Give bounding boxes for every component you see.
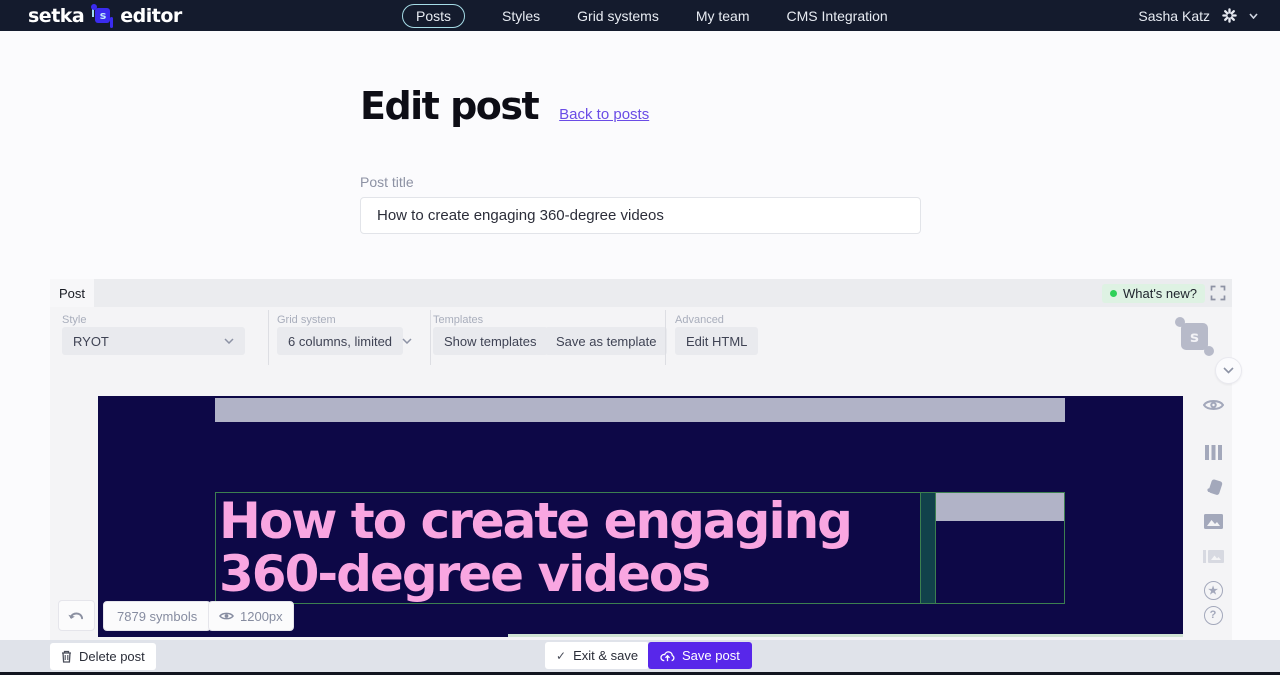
brand-logo[interactable]: setka s editor	[28, 0, 182, 31]
eye-icon	[219, 611, 234, 621]
nav-item-cms-integration[interactable]: CMS Integration	[787, 8, 888, 24]
image-layout-icon-disabled	[1202, 545, 1224, 567]
whats-new-button[interactable]: What's new?	[1102, 284, 1205, 303]
navbar-right: Sasha Katz	[1138, 0, 1258, 31]
chevron-down-icon	[402, 338, 412, 344]
brand-right-text: editor	[120, 5, 182, 27]
grid-select-value: 6 columns, limited	[288, 334, 392, 349]
image-icon[interactable]	[1202, 510, 1224, 532]
exit-and-save-button[interactable]: ✓ Exit & save	[545, 642, 649, 669]
bottom-action-bar: Delete post ✓ Exit & save Save post	[0, 640, 1280, 673]
delete-post-button[interactable]: Delete post	[50, 643, 156, 670]
advanced-section-label: Advanced	[675, 314, 724, 326]
next-section-edge	[508, 634, 1183, 637]
show-templates-button[interactable]: Show templates	[433, 327, 548, 355]
headline-text-block[interactable]: How to create engaging 360-degree videos	[215, 492, 921, 604]
headline-line-2: 360-degree videos	[219, 548, 920, 601]
style-select-value: RYOT	[73, 334, 109, 349]
nav-item-styles[interactable]: Styles	[502, 8, 540, 24]
style-section-label: Style	[62, 314, 86, 326]
brand-left-text: setka	[28, 5, 84, 27]
symbols-count-badge: 7879 symbols	[103, 601, 211, 631]
tab-post[interactable]: Post	[50, 279, 94, 307]
save-post-button[interactable]: Save post	[648, 642, 752, 669]
viewport-width-value: 1200px	[240, 609, 283, 624]
settings-gear-icon[interactable]	[1222, 8, 1237, 23]
exit-save-label: Exit & save	[573, 648, 638, 663]
nav-item-grid-systems[interactable]: Grid systems	[577, 8, 659, 24]
post-title-label: Post title	[360, 174, 414, 190]
setka-logo-icon: s	[93, 7, 111, 24]
undo-button[interactable]	[58, 600, 95, 631]
side-placeholder-bar[interactable]	[936, 493, 1064, 521]
chevron-down-icon	[224, 338, 234, 344]
user-menu-caret-icon[interactable]	[1249, 13, 1258, 19]
post-title-input[interactable]	[360, 197, 921, 234]
collapse-toolbar-button[interactable]	[1215, 357, 1242, 384]
column-gutter[interactable]	[921, 492, 936, 604]
new-indicator-dot	[1110, 290, 1117, 297]
canvas-placeholder-bar[interactable]	[215, 398, 1065, 422]
headline-line-1: How to create engaging	[219, 495, 920, 548]
trash-icon	[61, 650, 72, 663]
nav-item-my-team[interactable]: My team	[696, 8, 750, 24]
back-to-posts-link[interactable]: Back to posts	[559, 106, 649, 123]
side-column-block[interactable]	[936, 492, 1065, 604]
check-icon: ✓	[556, 649, 566, 663]
style-swatches-icon[interactable]	[1202, 476, 1224, 498]
main-nav: Posts Styles Grid systems My team CMS In…	[402, 0, 888, 31]
favorites-star-icon[interactable]: ★	[1202, 579, 1224, 601]
viewport-width-badge[interactable]: 1200px	[208, 601, 294, 631]
save-post-label: Save post	[682, 648, 740, 663]
editor-panel: Post What's new? Style RYOT Grid system …	[50, 279, 1232, 640]
grid-section-label: Grid system	[277, 314, 336, 326]
selected-row[interactable]: How to create engaging 360-degree videos	[215, 492, 1065, 604]
delete-post-label: Delete post	[79, 649, 145, 664]
whats-new-label: What's new?	[1123, 286, 1197, 301]
nav-item-posts[interactable]: Posts	[402, 4, 465, 28]
cloud-upload-icon	[660, 650, 675, 662]
preview-eye-icon[interactable]	[1202, 394, 1224, 416]
grid-columns-icon[interactable]	[1202, 441, 1224, 463]
panel-header: Post What's new?	[50, 279, 1232, 307]
setka-watermark-logo: s	[1181, 323, 1208, 350]
help-icon[interactable]: ?	[1202, 604, 1224, 626]
style-select[interactable]: RYOT	[62, 327, 245, 355]
top-navbar: setka s editor Posts Styles Grid systems…	[0, 0, 1280, 31]
templates-section-label: Templates	[433, 314, 483, 326]
save-as-template-button[interactable]: Save as template	[545, 327, 667, 355]
page-title: Edit post	[360, 84, 538, 128]
edit-html-button[interactable]: Edit HTML	[675, 327, 758, 355]
user-name[interactable]: Sasha Katz	[1138, 8, 1210, 24]
grid-system-select[interactable]: 6 columns, limited	[277, 327, 403, 355]
fullscreen-icon[interactable]	[1210, 285, 1226, 301]
